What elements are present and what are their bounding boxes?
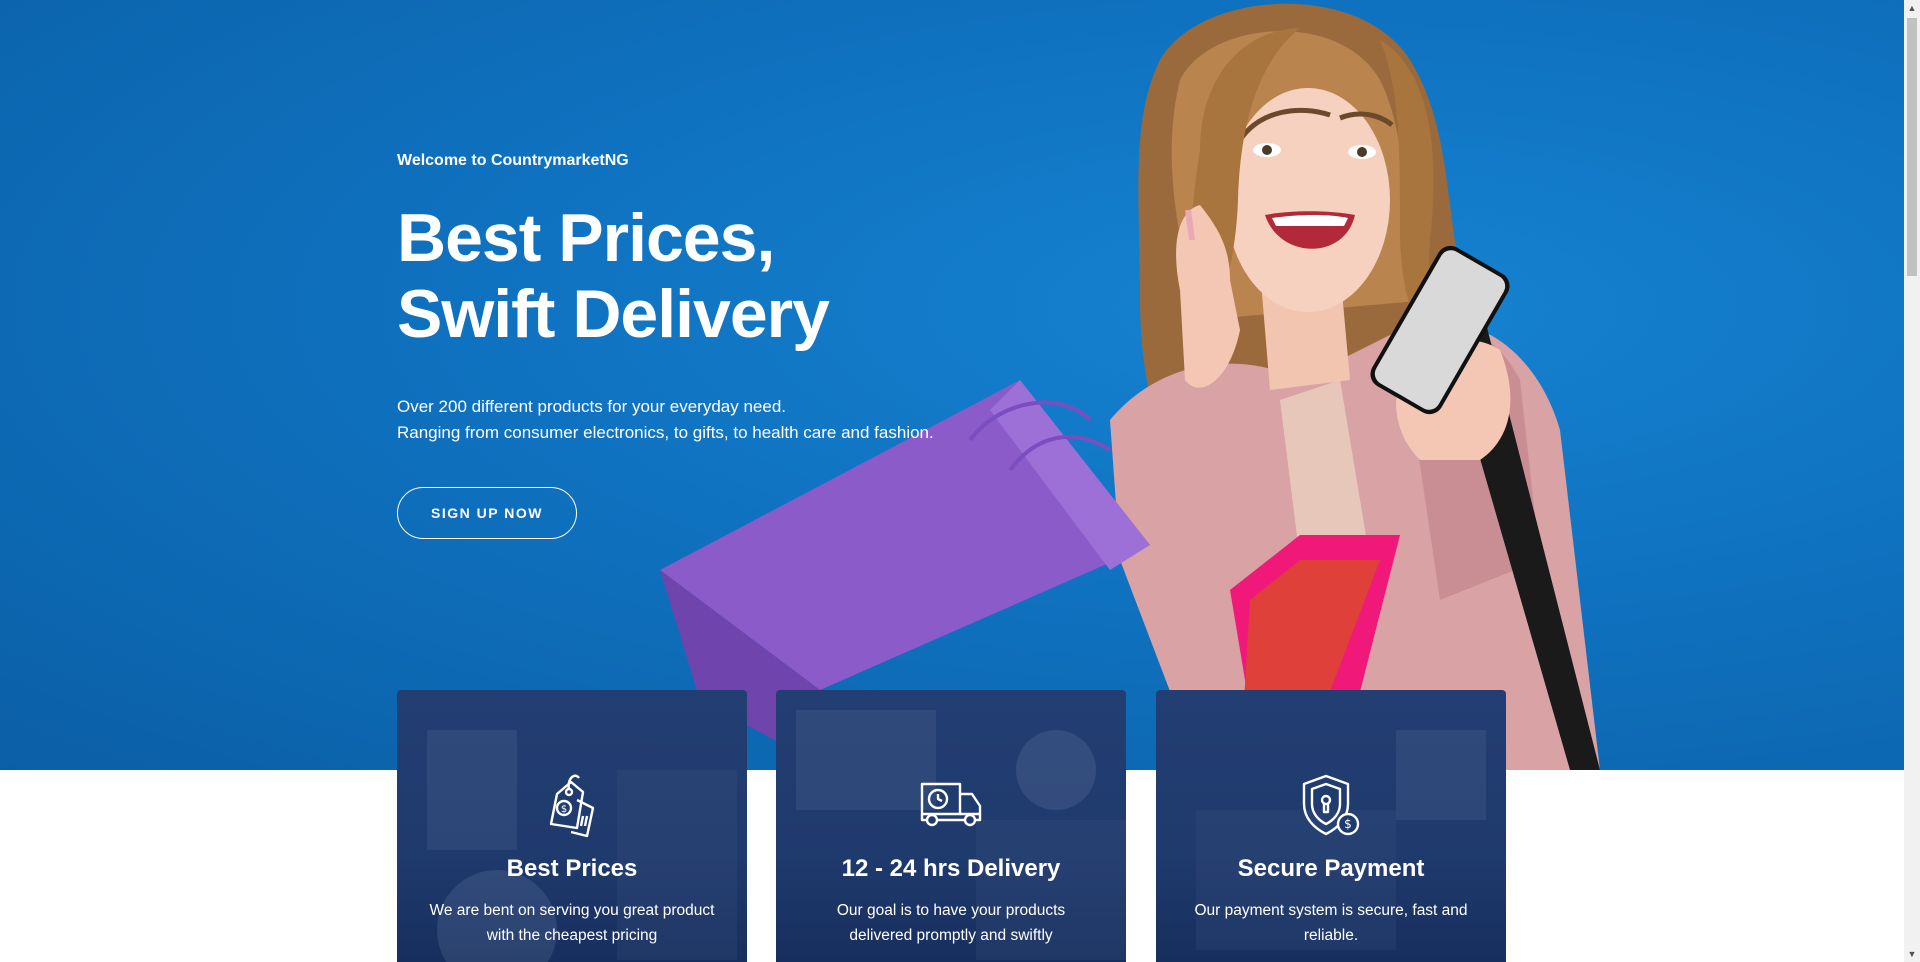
feature-text: Our goal is to have your products delive… — [836, 902, 1066, 944]
feature-title: 12 - 24 hrs Delivery — [841, 855, 1061, 882]
scroll-up-arrow-icon[interactable]: ▲ — [1904, 0, 1920, 16]
hero-headline: Best Prices, Swift Delivery — [397, 200, 934, 352]
hero-headline-line-1: Best Prices, — [397, 200, 775, 276]
shield-payment-icon: $ — [1302, 774, 1360, 836]
hero-section: Welcome to CountrymarketNG Best Prices, … — [0, 0, 1904, 770]
price-tag-icon: $ — [549, 774, 595, 838]
hero-description: Over 200 different products for your eve… — [397, 394, 934, 446]
feature-card-secure-payment: $ Secure Payment Our payment system is s… — [1156, 690, 1506, 962]
hero-headline-line-2: Swift Delivery — [397, 276, 830, 352]
page-scrollbar[interactable]: ▲ ▼ — [1904, 0, 1920, 962]
hero-description-line-1: Over 200 different products for your eve… — [397, 397, 787, 416]
feature-card-best-prices: $ Best Prices We are bent on serving you… — [397, 690, 747, 962]
svg-text:$: $ — [561, 804, 567, 815]
sign-up-button[interactable]: SIGN UP NOW — [397, 487, 577, 539]
hero-description-line-2: Ranging from consumer electronics, to gi… — [397, 423, 934, 442]
feature-title: Best Prices — [506, 855, 638, 882]
feature-text: Our payment system is secure, fast and r… — [1194, 902, 1468, 944]
feature-text: We are bent on serving you great product… — [429, 902, 715, 944]
scrollbar-thumb[interactable] — [1907, 18, 1917, 276]
hero-eyebrow: Welcome to CountrymarketNG — [397, 152, 629, 169]
feature-title: Secure Payment — [1237, 855, 1425, 882]
svg-text:$: $ — [1344, 817, 1352, 831]
scroll-down-arrow-icon[interactable]: ▼ — [1904, 946, 1920, 962]
delivery-truck-icon — [920, 782, 982, 827]
hero-text-block: Welcome to CountrymarketNG Best Prices, … — [397, 152, 934, 446]
feature-card-delivery: 12 - 24 hrs Delivery Our goal is to have… — [776, 690, 1126, 962]
